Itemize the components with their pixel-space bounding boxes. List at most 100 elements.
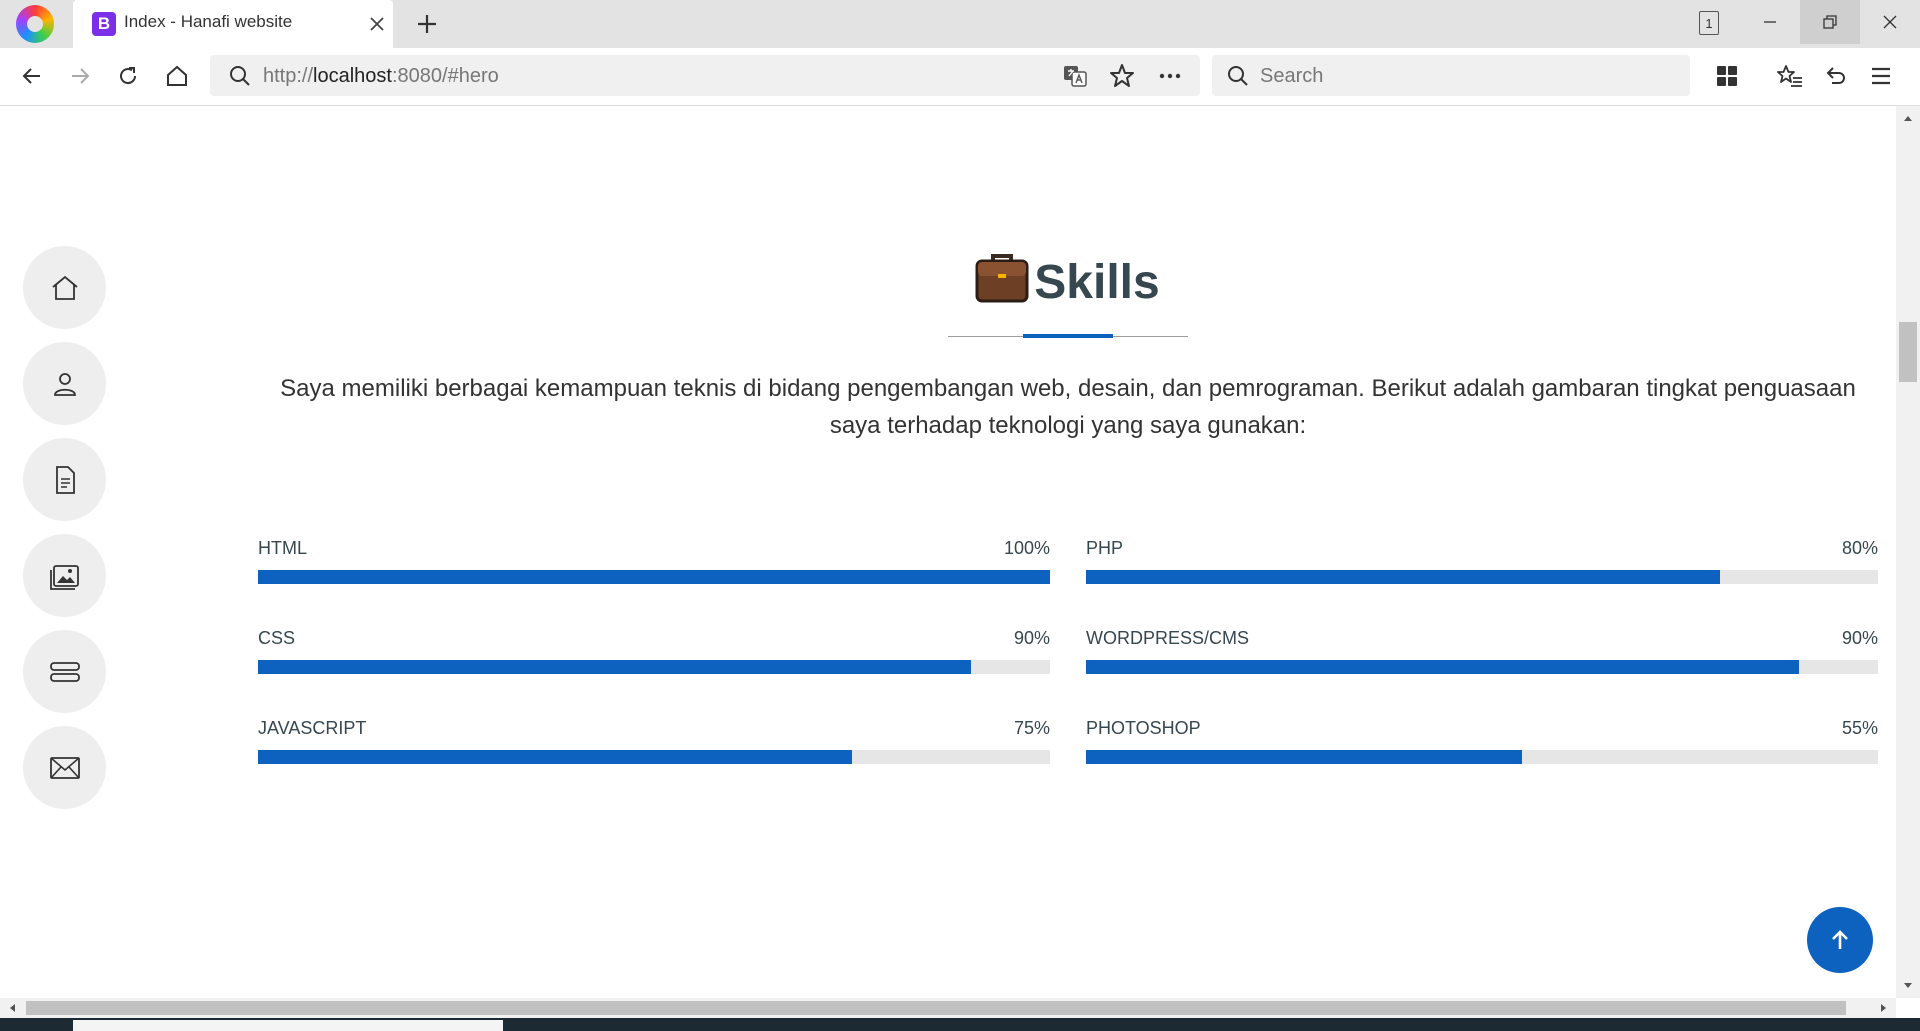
skill-name: PHP — [1086, 538, 1124, 558]
skill-percent: 90% — [1013, 628, 1050, 648]
more-options-icon[interactable] — [1157, 63, 1183, 89]
skill-item: JAVASCRIPT 75% — [258, 718, 1050, 764]
url-text[interactable]: http://localhost:8080/#hero — [263, 65, 499, 88]
skill-progress-track — [1086, 660, 1878, 674]
vertical-scroll-thumb[interactable] — [1899, 322, 1917, 382]
image-icon — [49, 564, 79, 590]
nav-contact-button[interactable] — [23, 726, 106, 809]
home-icon — [167, 65, 187, 86]
menu-button[interactable] — [1867, 62, 1895, 90]
search-bar[interactable]: Search — [1212, 55, 1690, 96]
minimize-icon — [1764, 21, 1776, 23]
url-host: localhost — [313, 65, 392, 87]
skill-percent: 55% — [1841, 718, 1878, 738]
skill-percent: 100% — [1003, 538, 1050, 558]
tab-bar: B Index - Hanafi website 1 — [0, 0, 1920, 48]
history-button[interactable] — [1822, 62, 1850, 90]
briefcase-icon — [975, 254, 1029, 303]
favorites-list-icon — [1777, 65, 1802, 87]
forward-arrow-icon — [72, 68, 90, 84]
search-placeholder: Search — [1260, 65, 1324, 87]
browser-logo-icon[interactable] — [16, 5, 54, 43]
skill-progress-track — [258, 750, 1050, 764]
envelope-icon — [49, 756, 80, 779]
back-to-top-button[interactable] — [1807, 907, 1873, 973]
tab-count-badge[interactable]: 1 — [1699, 11, 1719, 35]
skill-item: PHP 80% — [1086, 538, 1878, 584]
reload-icon — [120, 67, 137, 85]
person-icon — [53, 372, 76, 396]
close-window-button[interactable] — [1860, 0, 1920, 44]
search-icon — [230, 66, 250, 86]
close-window-icon — [1883, 15, 1897, 29]
skill-name: HTML — [258, 538, 307, 558]
skill-progress-track — [1086, 750, 1878, 764]
search-icon — [1228, 66, 1248, 86]
skill-name: WORDPRESS/CMS — [1086, 628, 1250, 648]
hamburger-menu-icon — [1872, 67, 1890, 85]
skill-progress-fill — [258, 570, 1050, 584]
skill-item: CSS 90% — [258, 628, 1050, 674]
skill-progress-track — [258, 570, 1050, 584]
taskbar-item[interactable] — [73, 1020, 503, 1031]
tab-favicon-icon: B — [92, 12, 116, 36]
skill-progress-fill — [1086, 570, 1720, 584]
skill-progress-track — [258, 660, 1050, 674]
nav-about-button[interactable] — [23, 342, 106, 425]
scroll-right-icon[interactable] — [1878, 1002, 1890, 1014]
forward-button[interactable] — [66, 62, 94, 90]
tab-title: Index - Hanafi website — [124, 12, 293, 31]
skill-percent: 90% — [1841, 628, 1878, 648]
skill-item: WORDPRESS/CMS 90% — [1086, 628, 1878, 674]
document-icon — [55, 465, 75, 494]
server-icon — [49, 661, 80, 682]
scroll-left-icon[interactable] — [6, 1002, 18, 1014]
minimize-button[interactable] — [1740, 0, 1800, 44]
url-prefix: http:// — [263, 65, 314, 87]
navigation-bar: http://localhost:8080/#hero Search — [0, 48, 1920, 106]
arrow-up-icon — [1832, 930, 1848, 949]
skill-name: PHOTOSHOP — [1086, 718, 1201, 738]
skill-percent: 75% — [1013, 718, 1050, 738]
skill-percent: 80% — [1841, 538, 1878, 558]
translate-icon[interactable] — [1062, 63, 1088, 89]
back-arrow-icon — [22, 68, 40, 84]
nav-portfolio-button[interactable] — [23, 534, 106, 617]
title-divider-accent — [1023, 334, 1113, 338]
close-tab-icon[interactable] — [367, 14, 387, 34]
favorites-button[interactable] — [1776, 62, 1804, 90]
back-button[interactable] — [18, 62, 46, 90]
restore-button[interactable] — [1800, 0, 1860, 44]
horizontal-scroll-thumb[interactable] — [26, 1001, 1846, 1015]
restore-icon — [1823, 15, 1837, 29]
skill-name: JAVASCRIPT — [258, 718, 367, 738]
home-button[interactable] — [163, 62, 191, 90]
vertical-scrollbar[interactable] — [1896, 106, 1920, 998]
section-title: Skills — [0, 252, 1896, 310]
address-bar[interactable]: http://localhost:8080/#hero — [210, 55, 1200, 96]
extensions-button[interactable] — [1713, 62, 1741, 90]
scroll-up-icon[interactable] — [1902, 112, 1914, 124]
url-rest: :8080/#hero — [391, 65, 499, 87]
nav-services-button[interactable] — [23, 630, 106, 713]
skills-intro: Saya memiliki berbagai kemampuan teknis … — [280, 375, 1856, 439]
new-tab-icon[interactable] — [414, 11, 440, 37]
skill-item: PHOTOSHOP 55% — [1086, 718, 1878, 764]
undo-icon — [1826, 67, 1845, 84]
skill-name: CSS — [258, 628, 296, 648]
nav-resume-button[interactable] — [23, 438, 106, 521]
skill-item: HTML 100% — [258, 538, 1050, 584]
skill-progress-fill — [1086, 660, 1799, 674]
grid-icon — [1717, 66, 1737, 86]
active-tab[interactable]: B Index - Hanafi website — [73, 0, 393, 48]
page-viewport: Skills Saya memiliki berbagai kemampuan … — [0, 106, 1896, 998]
reload-button[interactable] — [114, 62, 142, 90]
horizontal-scrollbar[interactable] — [0, 998, 1896, 1018]
skill-progress-fill — [1086, 750, 1522, 764]
section-title-text: Skills — [1034, 256, 1160, 309]
skill-progress-track — [1086, 570, 1878, 584]
bookmark-star-icon[interactable] — [1109, 63, 1135, 89]
skill-progress-fill — [258, 660, 971, 674]
skill-progress-fill — [258, 750, 852, 764]
scroll-down-icon[interactable] — [1902, 980, 1914, 992]
